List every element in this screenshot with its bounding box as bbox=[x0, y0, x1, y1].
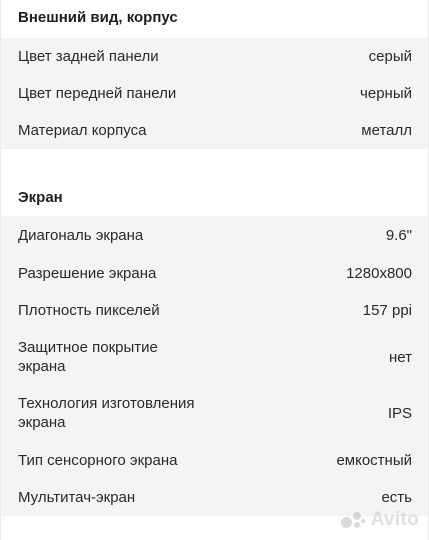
spec-value: есть bbox=[381, 489, 412, 506]
spec-value: нет bbox=[389, 348, 412, 366]
spec-row-touch-type: Тип сенсорного экрана емкостный bbox=[1, 441, 428, 479]
spec-row-multitouch: Мультитач-экран есть bbox=[1, 479, 428, 516]
spec-label: Материал корпуса bbox=[18, 122, 147, 139]
spec-value: черный bbox=[360, 85, 412, 102]
spec-value: емкостный bbox=[336, 451, 412, 469]
spec-label: Цвет передней панели bbox=[18, 85, 177, 102]
spec-row-pixel-density: Плотность пикселей 157 ppi bbox=[1, 292, 428, 329]
spec-value: 1280x800 bbox=[346, 264, 412, 282]
section-title-screen: Экран bbox=[1, 179, 428, 216]
spec-row-screen-technology: Технология изготовления экрана IPS bbox=[1, 385, 428, 441]
spec-value: IPS bbox=[387, 404, 412, 422]
spec-value: 157 ppi bbox=[362, 302, 412, 319]
spec-row-back-color: Цвет задней панели серый bbox=[1, 38, 428, 75]
section-divider bbox=[1, 149, 428, 179]
spec-label: Цвет задней панели bbox=[18, 48, 159, 65]
spec-value: металл bbox=[361, 122, 412, 139]
spec-label: Разрешение экрана bbox=[18, 264, 157, 282]
specs-panel: Внешний вид, корпус Цвет задней панели с… bbox=[0, 0, 429, 540]
spec-row-front-color: Цвет передней панели черный bbox=[1, 75, 428, 112]
spec-row-resolution: Разрешение экрана 1280x800 bbox=[1, 254, 428, 292]
section-title-appearance: Внешний вид, корпус bbox=[1, 0, 428, 38]
spec-row-protective-coating: Защитное покрытие экрана нет bbox=[1, 329, 428, 385]
spec-label: Диагональ экрана bbox=[18, 226, 144, 244]
spec-label: Плотность пикселей bbox=[18, 302, 160, 319]
spec-value: серый bbox=[368, 48, 412, 65]
spec-label: Технология изготовления экрана bbox=[18, 395, 195, 431]
spec-label: Защитное покрытие экрана bbox=[18, 339, 158, 375]
spec-row-body-material: Материал корпуса металл bbox=[1, 112, 428, 149]
spec-row-diagonal: Диагональ экрана 9.6" bbox=[1, 216, 428, 254]
spec-label: Тип сенсорного экрана bbox=[18, 451, 178, 469]
spec-value: 9.6" bbox=[385, 226, 412, 244]
spec-label: Мультитач-экран bbox=[18, 489, 136, 506]
